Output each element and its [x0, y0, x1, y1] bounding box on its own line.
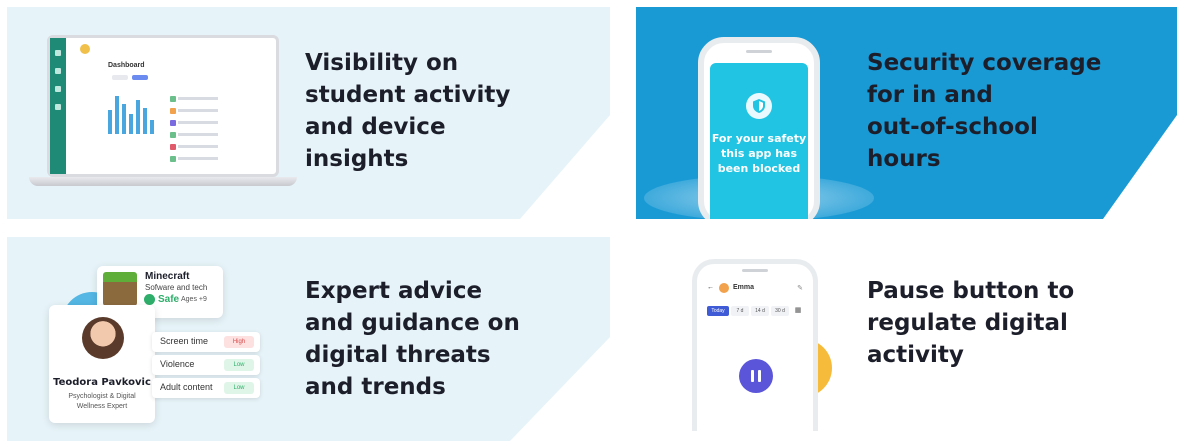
expert-name: Teodora Pavkovic — [53, 377, 151, 388]
tab-today[interactable]: Today — [707, 306, 729, 316]
app-name: Minecraft — [145, 271, 190, 282]
edit-icon[interactable]: ✎ — [797, 284, 803, 292]
laptop-dashboard-mockup: Dashboard — [47, 35, 279, 177]
risk-label: Adult content — [160, 382, 213, 392]
dashboard-sidebar — [50, 38, 66, 174]
risk-row: Adult content Low — [152, 378, 260, 398]
dashboard-tab — [112, 75, 128, 80]
risk-level-badge: Low — [224, 382, 254, 394]
card-title: Expert advice and guidance on digital th… — [305, 278, 520, 400]
feature-card-visibility: Dashboard Visibility on student activity… — [7, 7, 610, 219]
tab-30d[interactable]: 30 d — [771, 306, 789, 316]
phone-screen: For your safety this app has been blocke… — [710, 63, 808, 219]
feature-card-security: For your safety this app has been blocke… — [636, 7, 1177, 219]
laptop-base — [29, 177, 297, 186]
check-icon — [144, 294, 155, 305]
risk-label: Violence — [160, 359, 195, 369]
dashboard-tab-active — [132, 75, 148, 80]
risk-label: Screen time — [160, 336, 209, 346]
card-title: Pause button to regulate digital activit… — [867, 278, 1075, 368]
safe-badge: Safe — [144, 294, 179, 305]
risk-level-badge: Low — [224, 359, 254, 371]
feature-card-pause: ← Emma ✎ Today 7 d 14 d 30 d ▦ Pause but… — [636, 237, 1177, 441]
pause-button[interactable] — [739, 359, 773, 393]
app-category: Sofware and tech — [145, 283, 208, 292]
risk-level-badge: High — [224, 336, 254, 348]
child-avatar — [719, 283, 729, 293]
tab-14d[interactable]: 14 d — [751, 306, 769, 316]
risk-row: Violence Low — [152, 355, 260, 375]
avatar — [82, 317, 124, 359]
age-rating: Ages +9 — [181, 296, 207, 303]
blocked-message: For your safety this app has been blocke… — [711, 132, 807, 175]
phone-pause-mockup: ← Emma ✎ Today 7 d 14 d 30 d ▦ — [692, 259, 818, 431]
expert-profile-card: Teodora Pavkovic Psychologist & Digital … — [49, 305, 155, 423]
app-thumbnail — [103, 272, 137, 306]
shield-icon — [746, 93, 772, 119]
risk-row: Screen time High — [152, 332, 260, 352]
dashboard-heading: Dashboard — [108, 62, 145, 69]
child-name: Emma — [733, 284, 755, 291]
tab-7d[interactable]: 7 d — [731, 306, 749, 316]
expert-role: Psychologist & Digital Wellness Expert — [68, 393, 136, 410]
school-logo-icon — [80, 44, 90, 54]
calendar-icon[interactable]: ▦ — [793, 306, 803, 316]
phone-blocked-mockup: For your safety this app has been blocke… — [698, 37, 820, 219]
back-arrow-icon[interactable]: ← — [707, 284, 714, 291]
card-title: Visibility on student activity and devic… — [305, 50, 511, 172]
card-title: Security coverage for in and out-of-scho… — [867, 50, 1102, 172]
feature-card-expert: Minecraft Sofware and tech Safe Ages +9 … — [7, 237, 610, 441]
activity-bar-chart — [108, 90, 170, 134]
